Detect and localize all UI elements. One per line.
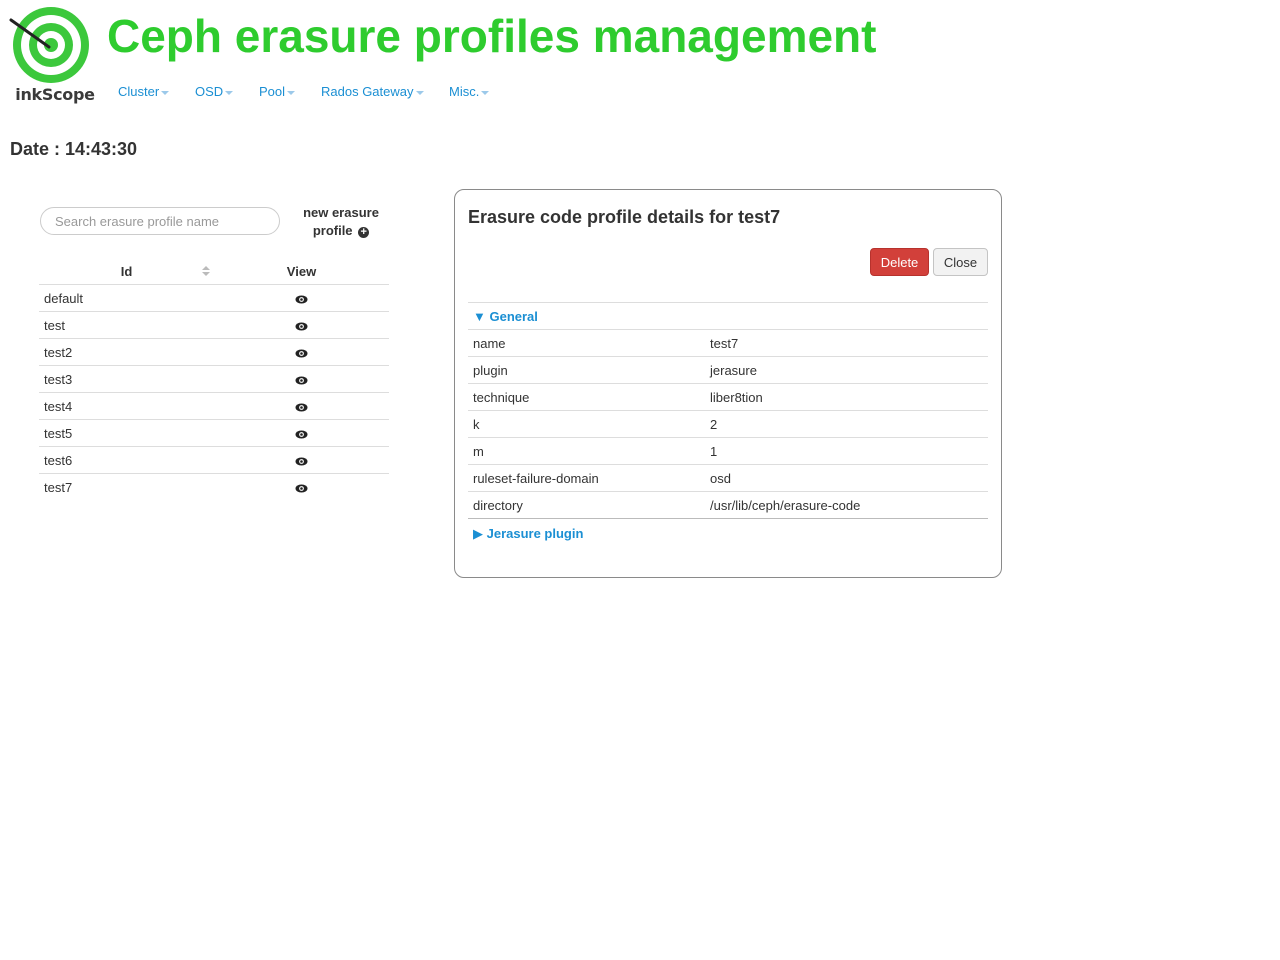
profile-id: test7 (44, 479, 73, 495)
nav-cluster-menu[interactable]: Cluster (118, 84, 170, 99)
target-logo-icon (9, 7, 89, 83)
detail-key: plugin (468, 356, 705, 384)
section-row-general: ▼ General (468, 302, 988, 330)
table-row: test3 (39, 365, 389, 393)
chevron-down-icon (415, 90, 424, 95)
chevron-down-icon (287, 90, 296, 95)
detail-row: m 1 (468, 437, 988, 465)
profile-id: test (39, 311, 214, 339)
eye-icon[interactable] (295, 349, 308, 358)
plus-circle-icon: + (358, 227, 370, 238)
table-row: default (39, 284, 389, 312)
jerasure-plugin-section-toggle[interactable]: ▶ Jerasure plugin (473, 526, 583, 542)
detail-row: k 2 (468, 410, 988, 438)
nav-label: Pool (259, 84, 286, 99)
detail-row: directory /usr/lib/ceph/erasure-code (468, 491, 988, 519)
detail-key: name (468, 329, 705, 357)
profile-id: default (39, 284, 214, 312)
column-label: View (286, 263, 317, 279)
profile-id: test2 (39, 338, 214, 366)
nav-label: Cluster (118, 84, 160, 99)
details-table: ▼ General name test7 plugin jerasure tec… (468, 302, 988, 519)
detail-value: 1 (705, 437, 988, 465)
profile-table: Id View default test test2 test3 test4 t… (39, 258, 389, 500)
detail-value: /usr/lib/ceph/erasure-code (705, 491, 988, 519)
eye-icon[interactable] (295, 322, 308, 331)
detail-row: name test7 (468, 329, 988, 357)
table-header-row: Id View (39, 258, 389, 285)
panel-title: Erasure code profile details for test7 (468, 207, 781, 227)
detail-value: liber8tion (705, 383, 988, 411)
detail-value: 2 (705, 410, 988, 438)
view-cell (214, 284, 389, 312)
view-cell (214, 311, 389, 339)
close-button[interactable]: Close (933, 248, 988, 276)
nav-label: Misc. (449, 84, 480, 99)
detail-key: m (468, 437, 705, 465)
date-display: Date : 14:43:30 (10, 139, 138, 159)
view-cell (214, 474, 389, 501)
detail-value: test7 (705, 329, 988, 357)
detail-key: directory (468, 491, 705, 519)
table-row: test5 (39, 419, 389, 447)
page-title: Ceph erasure profiles management (107, 10, 877, 62)
profile-details-panel: Erasure code profile details for test7 D… (454, 189, 1002, 578)
eye-icon[interactable] (295, 295, 308, 304)
general-section-toggle[interactable]: ▼ General (473, 309, 538, 324)
profile-id: test6 (39, 446, 214, 474)
detail-row: technique liber8tion (468, 383, 988, 411)
column-header-id[interactable]: Id (39, 258, 214, 285)
chevron-down-icon (225, 90, 234, 95)
detail-key: ruleset-failure-domain (468, 464, 705, 492)
profile-id: test3 (39, 365, 214, 393)
column-label: Id (120, 263, 133, 279)
detail-key: technique (468, 383, 705, 411)
table-row: test (39, 311, 389, 339)
nav-misc-menu[interactable]: Misc. (449, 84, 490, 99)
search-input[interactable] (40, 207, 280, 235)
view-cell (214, 338, 389, 366)
nav-label: OSD (195, 84, 224, 99)
eye-icon[interactable] (295, 376, 308, 385)
view-cell (214, 419, 389, 447)
eye-icon[interactable] (295, 430, 308, 439)
eye-icon[interactable] (295, 457, 308, 466)
nav-pool-menu[interactable]: Pool (259, 84, 296, 99)
inkscope-logo: inkScope (8, 4, 98, 106)
view-cell (214, 365, 389, 393)
delete-button[interactable]: Delete (870, 248, 929, 276)
detail-value: jerasure (705, 356, 988, 384)
logo-text: inkScope (15, 85, 95, 104)
detail-row: plugin jerasure (468, 356, 988, 384)
nav-rados-gateway-menu[interactable]: Rados Gateway (321, 84, 424, 99)
detail-value: osd (705, 464, 988, 492)
eye-icon[interactable] (295, 484, 308, 493)
profile-id: test5 (39, 419, 214, 447)
view-cell (214, 446, 389, 474)
table-row: test6 (39, 446, 389, 474)
table-row: test7 (39, 474, 389, 501)
new-erasure-profile-button[interactable]: new erasure profile + (296, 204, 386, 240)
chevron-down-icon (481, 90, 490, 95)
detail-key: k (468, 410, 705, 438)
table-row: test2 (39, 338, 389, 366)
detail-row: ruleset-failure-domain osd (468, 464, 988, 492)
profile-id: test4 (39, 392, 214, 420)
eye-icon[interactable] (295, 403, 308, 412)
nav-osd-menu[interactable]: OSD (195, 84, 234, 99)
table-row: test4 (39, 392, 389, 420)
chevron-down-icon (161, 90, 170, 95)
column-header-view: View (214, 258, 389, 285)
view-cell (214, 392, 389, 420)
nav-label: Rados Gateway (321, 84, 414, 99)
sort-icon[interactable] (202, 266, 210, 278)
